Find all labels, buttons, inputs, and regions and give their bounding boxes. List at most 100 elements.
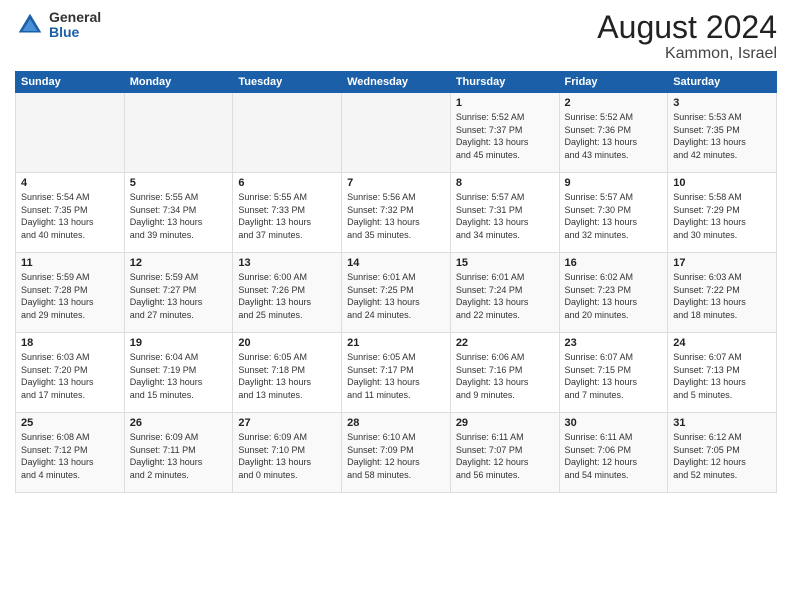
day-content: Sunrise: 5:56 AM Sunset: 7:32 PM Dayligh…	[347, 191, 445, 241]
day-content: Sunrise: 6:09 AM Sunset: 7:11 PM Dayligh…	[130, 431, 228, 481]
day-cell: 12 Sunrise: 5:59 AM Sunset: 7:27 PM Dayli…	[124, 253, 233, 333]
day-content: Sunrise: 5:55 AM Sunset: 7:34 PM Dayligh…	[130, 191, 228, 241]
subtitle: Kammon, Israel	[597, 45, 777, 63]
day-cell: 20 Sunrise: 6:05 AM Sunset: 7:18 PM Dayli…	[233, 333, 342, 413]
day-number: 9	[565, 177, 663, 189]
day-number: 16	[565, 257, 663, 269]
calendar-header: SundayMondayTuesdayWednesdayThursdayFrid…	[16, 72, 777, 93]
day-cell	[342, 93, 451, 173]
day-cell: 14Sunrise: 6:01 AM Sunset: 7:25 PM Dayli…	[342, 253, 451, 333]
header: General Blue August 2024 Kammon, Israel	[15, 10, 777, 63]
day-number: 18	[21, 337, 119, 349]
weekday-header-thursday: Thursday	[450, 72, 559, 93]
day-number: 17	[673, 257, 771, 269]
day-cell: 11 Sunrise: 5:59 AM Sunset: 7:28 PM Dayli…	[16, 253, 125, 333]
day-number: 12	[130, 257, 228, 269]
day-cell: 23 Sunrise: 6:07 AM Sunset: 7:15 PM Dayli…	[559, 333, 668, 413]
day-cell: 8 Sunrise: 5:57 AM Sunset: 7:31 PM Daylig…	[450, 173, 559, 253]
day-number: 19	[130, 337, 228, 349]
day-content: Sunrise: 6:11 AM Sunset: 7:07 PM Dayligh…	[456, 431, 554, 481]
day-cell: 25Sunrise: 6:08 AM Sunset: 7:12 PM Dayli…	[16, 413, 125, 493]
day-content: Sunrise: 6:03 AM Sunset: 7:20 PM Dayligh…	[21, 351, 119, 401]
day-number: 14	[347, 257, 445, 269]
day-number: 10	[673, 177, 771, 189]
calendar: SundayMondayTuesdayWednesdayThursdayFrid…	[15, 71, 777, 493]
day-cell: 27Sunrise: 6:09 AM Sunset: 7:10 PM Dayli…	[233, 413, 342, 493]
weekday-header-sunday: Sunday	[16, 72, 125, 93]
day-content: Sunrise: 6:07 AM Sunset: 7:13 PM Dayligh…	[673, 351, 771, 401]
weekday-header-tuesday: Tuesday	[233, 72, 342, 93]
day-content: Sunrise: 6:07 AM Sunset: 7:15 PM Dayligh…	[565, 351, 663, 401]
logo-text: General Blue	[49, 10, 101, 41]
day-content: Sunrise: 6:11 AM Sunset: 7:06 PM Dayligh…	[565, 431, 663, 481]
weekday-header-wednesday: Wednesday	[342, 72, 451, 93]
day-cell: 18 Sunrise: 6:03 AM Sunset: 7:20 PM Dayli…	[16, 333, 125, 413]
day-number: 1	[456, 97, 554, 109]
day-number: 31	[673, 417, 771, 429]
weekday-row: SundayMondayTuesdayWednesdayThursdayFrid…	[16, 72, 777, 93]
day-number: 23	[565, 337, 663, 349]
day-cell	[16, 93, 125, 173]
day-cell: 9 Sunrise: 5:57 AM Sunset: 7:30 PM Daylig…	[559, 173, 668, 253]
day-cell: 29 Sunrise: 6:11 AM Sunset: 7:07 PM Dayli…	[450, 413, 559, 493]
day-content: Sunrise: 6:12 AM Sunset: 7:05 PM Dayligh…	[673, 431, 771, 481]
day-number: 6	[238, 177, 336, 189]
day-number: 5	[130, 177, 228, 189]
day-number: 3	[673, 97, 771, 109]
day-cell: 13 Sunrise: 6:00 AM Sunset: 7:26 PM Dayli…	[233, 253, 342, 333]
day-cell: 2Sunrise: 5:52 AM Sunset: 7:36 PM Daylig…	[559, 93, 668, 173]
day-number: 21	[347, 337, 445, 349]
week-row-1: 1 Sunrise: 5:52 AM Sunset: 7:37 PM Daylig…	[16, 93, 777, 173]
day-cell: 21 Sunrise: 6:05 AM Sunset: 7:17 PM Dayli…	[342, 333, 451, 413]
day-cell: 31 Sunrise: 6:12 AM Sunset: 7:05 PM Dayli…	[668, 413, 777, 493]
page: General Blue August 2024 Kammon, Israel …	[0, 0, 792, 612]
day-content: Sunrise: 6:05 AM Sunset: 7:18 PM Dayligh…	[238, 351, 336, 401]
day-content: Sunrise: 6:00 AM Sunset: 7:26 PM Dayligh…	[238, 271, 336, 321]
day-content: Sunrise: 5:52 AM Sunset: 7:37 PM Dayligh…	[456, 111, 554, 161]
day-content: Sunrise: 5:57 AM Sunset: 7:30 PM Dayligh…	[565, 191, 663, 241]
day-cell: 17 Sunrise: 6:03 AM Sunset: 7:22 PM Dayli…	[668, 253, 777, 333]
day-content: Sunrise: 5:59 AM Sunset: 7:27 PM Dayligh…	[130, 271, 228, 321]
day-content: Sunrise: 6:02 AM Sunset: 7:23 PM Dayligh…	[565, 271, 663, 321]
day-content: Sunrise: 6:04 AM Sunset: 7:19 PM Dayligh…	[130, 351, 228, 401]
day-cell: 19 Sunrise: 6:04 AM Sunset: 7:19 PM Dayli…	[124, 333, 233, 413]
day-cell: 22Sunrise: 6:06 AM Sunset: 7:16 PM Dayli…	[450, 333, 559, 413]
day-cell: 26Sunrise: 6:09 AM Sunset: 7:11 PM Dayli…	[124, 413, 233, 493]
day-cell: 24 Sunrise: 6:07 AM Sunset: 7:13 PM Dayli…	[668, 333, 777, 413]
day-content: Sunrise: 5:52 AM Sunset: 7:36 PM Dayligh…	[565, 111, 663, 161]
week-row-4: 18 Sunrise: 6:03 AM Sunset: 7:20 PM Dayli…	[16, 333, 777, 413]
day-cell: 15 Sunrise: 6:01 AM Sunset: 7:24 PM Dayli…	[450, 253, 559, 333]
day-number: 8	[456, 177, 554, 189]
day-number: 29	[456, 417, 554, 429]
day-content: Sunrise: 6:01 AM Sunset: 7:24 PM Dayligh…	[456, 271, 554, 321]
day-number: 28	[347, 417, 445, 429]
logo-general: General	[49, 10, 101, 25]
weekday-header-saturday: Saturday	[668, 72, 777, 93]
day-cell: 7Sunrise: 5:56 AM Sunset: 7:32 PM Daylig…	[342, 173, 451, 253]
day-cell: 1 Sunrise: 5:52 AM Sunset: 7:37 PM Daylig…	[450, 93, 559, 173]
day-number: 20	[238, 337, 336, 349]
day-number: 11	[21, 257, 119, 269]
calendar-body: 1 Sunrise: 5:52 AM Sunset: 7:37 PM Daylig…	[16, 93, 777, 493]
day-cell: 10Sunrise: 5:58 AM Sunset: 7:29 PM Dayli…	[668, 173, 777, 253]
day-content: Sunrise: 6:09 AM Sunset: 7:10 PM Dayligh…	[238, 431, 336, 481]
day-content: Sunrise: 6:10 AM Sunset: 7:09 PM Dayligh…	[347, 431, 445, 481]
day-number: 13	[238, 257, 336, 269]
day-content: Sunrise: 6:05 AM Sunset: 7:17 PM Dayligh…	[347, 351, 445, 401]
day-content: Sunrise: 5:57 AM Sunset: 7:31 PM Dayligh…	[456, 191, 554, 241]
day-content: Sunrise: 5:55 AM Sunset: 7:33 PM Dayligh…	[238, 191, 336, 241]
week-row-5: 25Sunrise: 6:08 AM Sunset: 7:12 PM Dayli…	[16, 413, 777, 493]
week-row-3: 11 Sunrise: 5:59 AM Sunset: 7:28 PM Dayli…	[16, 253, 777, 333]
day-number: 15	[456, 257, 554, 269]
day-cell: 6 Sunrise: 5:55 AM Sunset: 7:33 PM Daylig…	[233, 173, 342, 253]
day-cell: 3Sunrise: 5:53 AM Sunset: 7:35 PM Daylig…	[668, 93, 777, 173]
week-row-2: 4Sunrise: 5:54 AM Sunset: 7:35 PM Daylig…	[16, 173, 777, 253]
day-content: Sunrise: 5:54 AM Sunset: 7:35 PM Dayligh…	[21, 191, 119, 241]
main-title: August 2024	[597, 10, 777, 45]
weekday-header-monday: Monday	[124, 72, 233, 93]
day-content: Sunrise: 5:59 AM Sunset: 7:28 PM Dayligh…	[21, 271, 119, 321]
day-content: Sunrise: 6:03 AM Sunset: 7:22 PM Dayligh…	[673, 271, 771, 321]
day-number: 24	[673, 337, 771, 349]
day-cell: 28 Sunrise: 6:10 AM Sunset: 7:09 PM Dayli…	[342, 413, 451, 493]
day-number: 30	[565, 417, 663, 429]
